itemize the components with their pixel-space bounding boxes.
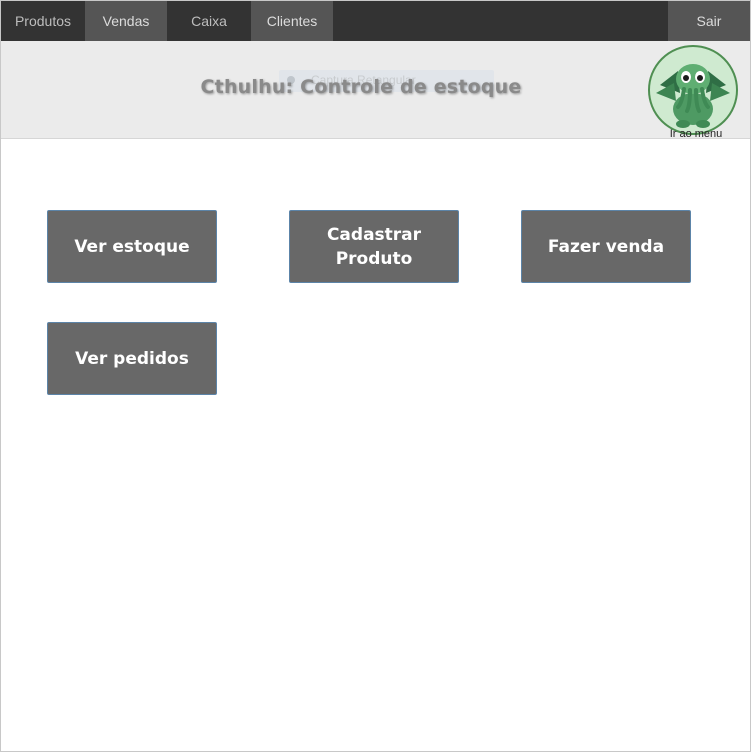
tab-produtos[interactable]: Produtos [1, 1, 85, 41]
view-orders-button[interactable]: Ver pedidos [47, 322, 217, 395]
tab-vendas[interactable]: Vendas [85, 1, 167, 41]
home-logo-link[interactable]: Ir ao menu [646, 45, 742, 140]
page-header: Captura Retangular Cthulhu: Controle de … [1, 41, 750, 140]
go-to-menu-link[interactable]: Ir ao menu [646, 128, 746, 140]
page-title: Cthulhu: Controle de estoque [200, 76, 522, 98]
register-product-button[interactable]: Cadastrar Produto [289, 210, 459, 283]
view-stock-button[interactable]: Ver estoque [47, 210, 217, 283]
make-sale-button[interactable]: Fazer venda [521, 210, 691, 283]
tab-clientes[interactable]: Clientes [251, 1, 333, 41]
tab-caixa[interactable]: Caixa [167, 1, 251, 41]
cthulhu-mascot-icon [648, 45, 738, 135]
top-navbar: Produtos Vendas Caixa Clientes Sair [1, 1, 750, 41]
logout-button[interactable]: Sair [668, 1, 750, 41]
app-window: Produtos Vendas Caixa Clientes Sair Capt… [0, 0, 751, 752]
